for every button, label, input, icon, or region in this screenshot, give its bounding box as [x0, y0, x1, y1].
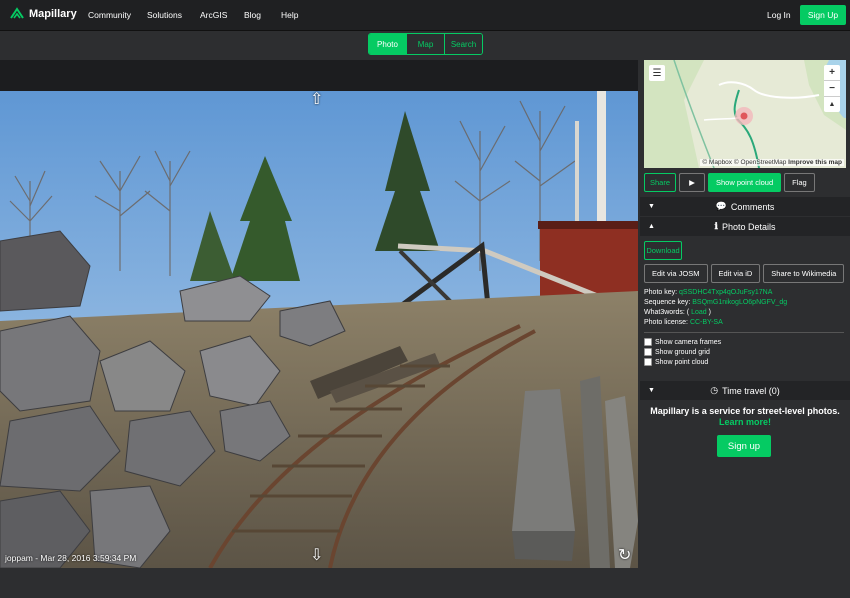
- photo-actions: Share ▶ Show point cloud Flag: [644, 173, 815, 192]
- map-canvas: [644, 60, 846, 168]
- mini-map[interactable]: ☰ + − ▲ © Mapbox © OpenStreetMap Improve…: [644, 60, 846, 168]
- photo-scene: [0, 91, 638, 568]
- flag-button[interactable]: Flag: [784, 173, 815, 192]
- learn-more-link[interactable]: Learn more!: [719, 417, 771, 427]
- mapillary-logo-icon: [10, 7, 24, 19]
- camera-frames-checkbox[interactable]: Show camera frames: [644, 338, 721, 346]
- sequence-key-row: Sequence key: BSQmG1nikogLO6pNGFV_dg: [644, 299, 787, 306]
- tab-map[interactable]: Map: [406, 34, 444, 54]
- what3words-row: What3words: ( Load ): [644, 309, 711, 316]
- promo-message: Mapillary is a service for street-level …: [650, 406, 840, 416]
- nav-solutions[interactable]: Solutions: [147, 10, 182, 20]
- tab-photo[interactable]: Photo: [369, 34, 406, 54]
- arrow-up-icon[interactable]: ⇧: [310, 92, 323, 108]
- edit-josm-button[interactable]: Edit via JOSM: [644, 264, 708, 283]
- photo-key-value[interactable]: qSSDHC4Txp4qOJuFsy17NA: [679, 289, 772, 296]
- license-link[interactable]: CC-BY-SA: [690, 319, 723, 326]
- tab-search[interactable]: Search: [444, 34, 482, 54]
- login-link[interactable]: Log In: [767, 10, 791, 20]
- compass-button[interactable]: ▲: [824, 97, 840, 112]
- checkbox-label: Show point cloud: [655, 358, 709, 366]
- view-tabs: Photo Map Search: [368, 33, 483, 55]
- zoom-in-button[interactable]: +: [824, 65, 840, 81]
- sequence-key-value[interactable]: BSQmG1nikogLO6pNGFV_dg: [692, 299, 787, 306]
- nav-arcgis[interactable]: ArcGIS: [200, 10, 227, 20]
- edit-buttons-row: Edit via JOSM Edit via iD Share to Wikim…: [644, 264, 845, 283]
- time-travel-header[interactable]: ▼ ◷ Time travel (0): [640, 381, 850, 400]
- nav-community[interactable]: Community: [88, 10, 131, 20]
- nav-help[interactable]: Help: [281, 10, 298, 20]
- play-button[interactable]: ▶: [679, 173, 705, 192]
- checkbox[interactable]: [644, 358, 652, 366]
- checkbox-label: Show camera frames: [655, 338, 722, 346]
- show-point-cloud-button[interactable]: Show point cloud: [708, 173, 782, 192]
- point-cloud-checkbox[interactable]: Show point cloud: [644, 358, 708, 366]
- top-navbar: Mapillary Community Solutions ArcGIS Blo…: [0, 0, 850, 31]
- what3words-label: What3words: (: [644, 309, 690, 316]
- photo-key-row: Photo key: qSSDHC4Txp4qOJuFsy17NA: [644, 289, 772, 296]
- comments-title: Comments: [730, 201, 775, 212]
- ground-grid-checkbox[interactable]: Show ground grid: [644, 348, 710, 356]
- signup-button[interactable]: Sign Up: [800, 5, 846, 25]
- arrow-down-icon[interactable]: ⇩: [310, 548, 323, 564]
- street-level-photo[interactable]: [0, 91, 638, 568]
- edit-id-button[interactable]: Edit via iD: [710, 264, 761, 283]
- improve-map-link[interactable]: Improve this map: [788, 159, 842, 166]
- photo-details-title: Photo Details: [721, 221, 776, 232]
- comment-icon: 💬: [715, 201, 727, 211]
- zoom-controls: + − ▲: [824, 65, 840, 112]
- rotate-icon[interactable]: ↻: [618, 548, 631, 564]
- map-attribution: © Mapbox © OpenStreetMap Improve this ma…: [700, 159, 844, 166]
- info-icon: ℹ: [714, 221, 718, 231]
- share-wikimedia-button[interactable]: Share to Wikimedia: [763, 264, 845, 283]
- sequence-key-label: Sequence key:: [644, 299, 691, 306]
- chevron-down-icon: ▼: [648, 387, 655, 394]
- mapillary-logo[interactable]: Mapillary: [10, 7, 77, 21]
- chevron-up-icon: ▲: [648, 223, 655, 230]
- logo-text: Mapillary: [29, 8, 77, 20]
- time-travel-title: Time travel (0): [722, 385, 780, 396]
- zoom-out-button[interactable]: −: [824, 81, 840, 97]
- promo-text: Mapillary is a service for street-level …: [644, 406, 846, 428]
- divider: [644, 332, 844, 333]
- bottom-bar: [0, 568, 850, 598]
- license-row: Photo license: CC-BY-SA: [644, 319, 723, 326]
- osm-attribution[interactable]: © OpenStreetMap: [734, 159, 786, 166]
- license-label: Photo license:: [644, 319, 688, 326]
- clock-icon: ◷: [710, 385, 719, 395]
- share-button[interactable]: Share: [644, 173, 676, 192]
- checkbox-label: Show ground grid: [655, 348, 710, 356]
- photo-caption[interactable]: joppam - Mar 28, 2016 3:59:34 PM: [5, 553, 136, 563]
- photo-viewer[interactable]: ⇧ ⇩ ↻: [0, 60, 638, 568]
- nav-blog[interactable]: Blog: [244, 10, 261, 20]
- photo-key-label: Photo key:: [644, 289, 678, 296]
- mapbox-attribution[interactable]: © Mapbox: [702, 159, 732, 166]
- download-button[interactable]: Download: [644, 241, 682, 260]
- checkbox[interactable]: [644, 348, 652, 356]
- what3words-close: ): [708, 309, 711, 316]
- sidebar-signup-button[interactable]: Sign up: [717, 435, 771, 457]
- photo-details-header[interactable]: ▲ ℹ Photo Details: [640, 217, 850, 236]
- menu-icon[interactable]: ☰: [649, 65, 665, 81]
- checkbox[interactable]: [644, 338, 652, 346]
- what3words-load-link[interactable]: Load: [691, 309, 707, 316]
- comments-header[interactable]: ▼ 💬 Comments: [640, 197, 850, 216]
- chevron-down-icon: ▼: [648, 203, 655, 210]
